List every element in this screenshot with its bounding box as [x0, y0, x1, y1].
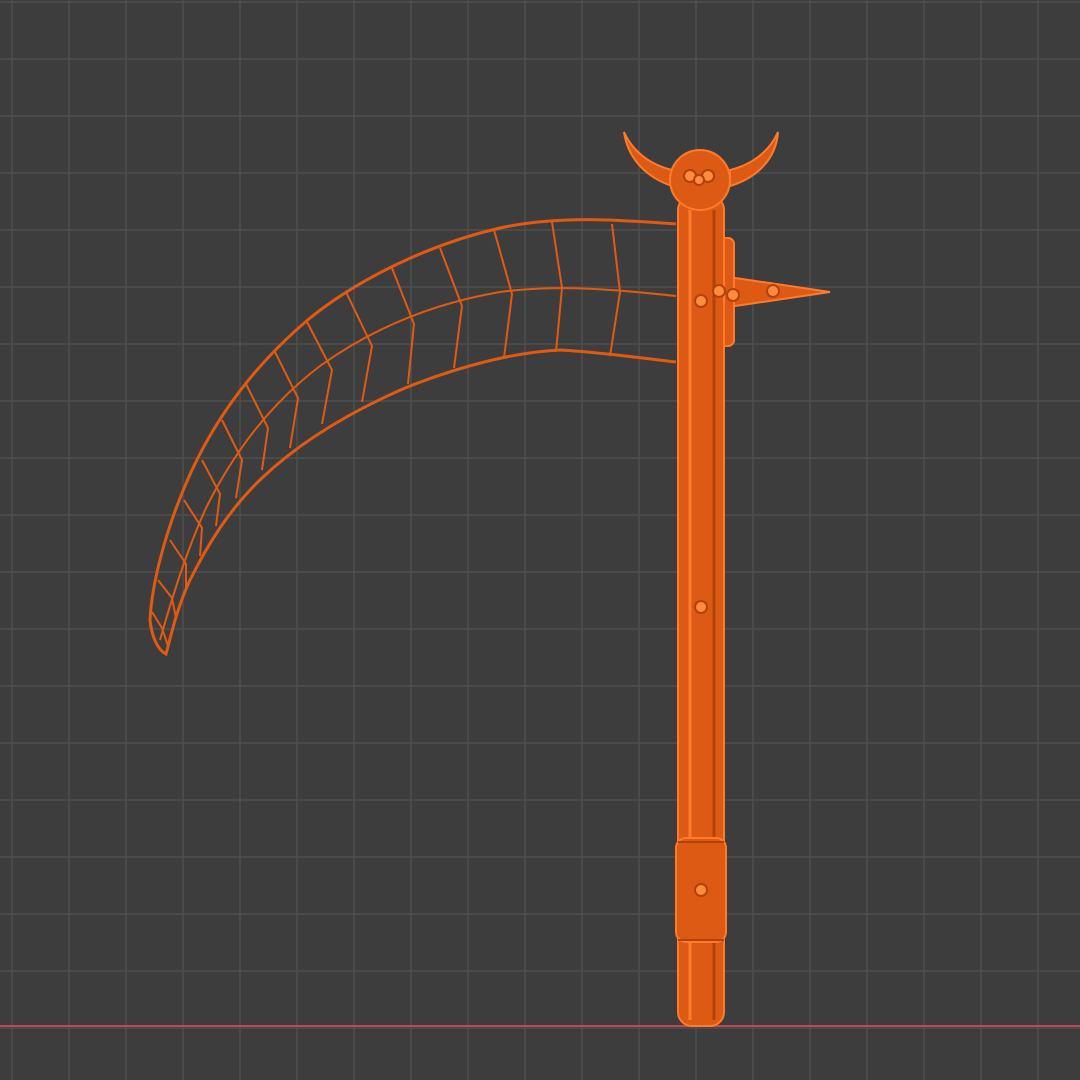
scythe-mesh[interactable]	[0, 0, 1080, 1080]
blade-rib	[201, 459, 222, 527]
blade-rib	[221, 419, 244, 499]
origin-point[interactable]	[694, 883, 708, 897]
blade-rib	[391, 267, 416, 385]
blade-rib	[273, 349, 300, 449]
origin-point[interactable]	[766, 284, 780, 298]
blade-rib	[183, 499, 204, 557]
scythe-blade[interactable]	[148, 218, 677, 657]
blade-rib	[551, 221, 564, 353]
blade-ribs	[151, 221, 622, 647]
3d-viewport[interactable]	[0, 0, 1080, 1080]
origin-point[interactable]	[712, 284, 726, 298]
blade-rib	[493, 229, 514, 359]
origin-point[interactable]	[694, 600, 708, 614]
blade-rib	[305, 319, 334, 425]
blade-spine	[159, 287, 677, 641]
scythe-skull[interactable]	[623, 131, 779, 211]
skull-eye-center	[693, 174, 705, 186]
blade-outline	[148, 218, 677, 657]
origin-point[interactable]	[694, 294, 708, 308]
blade-rib	[439, 247, 464, 369]
left-horn	[623, 131, 673, 188]
right-horn	[729, 131, 779, 188]
origin-point[interactable]	[726, 288, 740, 302]
